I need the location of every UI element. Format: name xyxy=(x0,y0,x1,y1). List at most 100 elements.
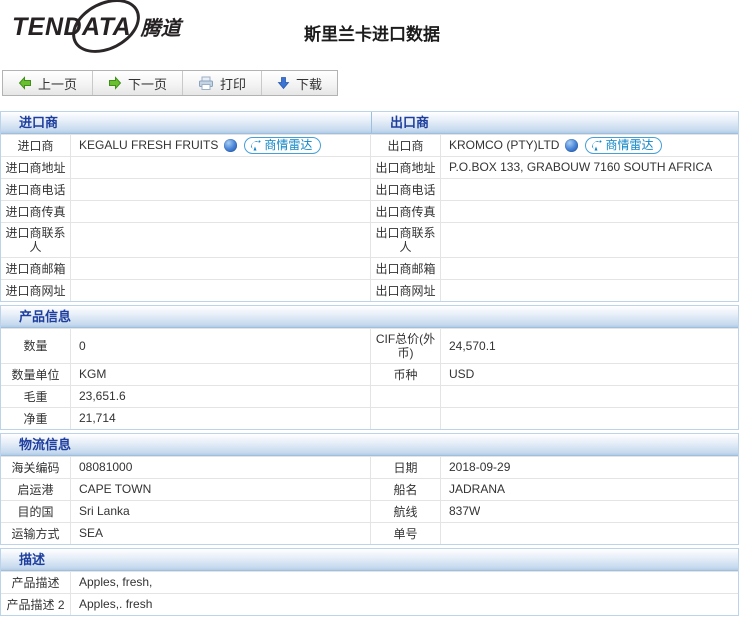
field-value-text: 21,714 xyxy=(79,411,116,425)
section-header-bar: 产品信息 xyxy=(1,306,738,328)
field-label: 出口商电话 xyxy=(371,179,441,200)
field-value-text: 0 xyxy=(79,338,86,353)
field-label: 数量单位 xyxy=(1,364,71,385)
logo-brand-cn-text: 腾道 xyxy=(140,18,181,40)
next-page-button[interactable]: 下一页 xyxy=(93,71,184,95)
field-value: CAPE TOWN xyxy=(71,479,371,500)
section-进口商: 进口商 出口商 进口商 KEGALU FRESH FRUITS 商情雷达 出口商 KROMC… xyxy=(0,111,739,302)
field-label: 毛重 xyxy=(1,386,71,407)
field-label: 币种 xyxy=(371,364,441,385)
field-label: 产品描述 2 xyxy=(1,594,71,615)
field-label: 出口商 xyxy=(371,135,441,156)
table-row: 产品描述 2 Apples,. fresh xyxy=(1,593,738,615)
field-label xyxy=(371,386,441,407)
table-row: 目的国 Sri Lanka 航线 837W xyxy=(1,500,738,522)
field-label: 产品描述 xyxy=(1,572,71,593)
tendata-logo: TENDATA 腾道 xyxy=(12,0,181,64)
field-label: 出口商邮箱 xyxy=(371,258,441,279)
table-row: 启运港 CAPE TOWN 船名 JADRANA xyxy=(1,478,738,500)
section-header-bar: 描述 xyxy=(1,549,738,571)
field-label: 目的国 xyxy=(1,501,71,522)
radar-dish-icon xyxy=(592,140,602,151)
table-row: 产品描述 Apples, fresh, xyxy=(1,571,738,593)
field-label: 出口商联系人 xyxy=(371,223,441,257)
field-value: KGM xyxy=(71,364,371,385)
field-label: 进口商网址 xyxy=(1,280,71,301)
table-row: 净重 21,714 xyxy=(1,407,738,429)
field-value: 837W xyxy=(441,501,738,522)
table-row: 进口商电话 出口商电话 xyxy=(1,178,738,200)
field-value-text: 23,651.6 xyxy=(79,389,126,403)
printer-icon xyxy=(199,76,214,90)
field-value-text: 2018-09-29 xyxy=(449,460,511,474)
table-row: 海关编码 08081000 日期 2018-09-29 xyxy=(1,456,738,478)
section-header-left: 进口商 xyxy=(1,112,372,133)
table-row: 进口商邮箱 出口商邮箱 xyxy=(1,257,738,279)
print-label: 打印 xyxy=(220,76,247,92)
field-value-text: 24,570.1 xyxy=(449,338,496,353)
field-value-text: USD xyxy=(449,367,475,381)
field-value-text: 837W xyxy=(449,504,481,518)
field-value xyxy=(71,179,371,200)
field-value xyxy=(441,386,738,407)
section-header-right: 出口商 xyxy=(390,115,430,130)
prev-page-button[interactable]: 上一页 xyxy=(3,71,94,95)
field-value-text: JADRANA xyxy=(449,482,506,496)
table-row: 进口商联系人 出口商联系人 xyxy=(1,222,738,257)
field-value: KROMCO (PTY)LTD 商情雷达 xyxy=(441,135,738,156)
detail-tables: 进口商 出口商 进口商 KEGALU FRESH FRUITS 商情雷达 出口商 KROMC… xyxy=(0,111,739,619)
toolbar: 上一页 下一页 打印 下载 xyxy=(2,70,339,96)
radar-button-label: 商情雷达 xyxy=(605,138,654,152)
field-value xyxy=(441,408,738,429)
field-value: 2018-09-29 xyxy=(441,457,738,478)
next-page-label: 下一页 xyxy=(128,76,168,92)
globe-icon[interactable] xyxy=(224,139,238,152)
table-row: 数量 0 CIF总价(外币) 24,570.1 xyxy=(1,328,738,363)
field-value: Apples,. fresh xyxy=(71,594,738,615)
field-value: 21,714 xyxy=(71,408,371,429)
field-value-text: 08081000 xyxy=(79,460,133,474)
field-value: USD xyxy=(441,364,738,385)
field-label: 进口商传真 xyxy=(1,201,71,222)
table-row: 运输方式 SEA 单号 xyxy=(1,522,738,544)
field-value xyxy=(71,258,371,279)
print-button[interactable]: 打印 xyxy=(183,71,263,95)
radar-button-label: 商情雷达 xyxy=(264,138,313,152)
section-描述: 描述 产品描述 Apples, fresh, 产品描述 2 Apples,. fresh xyxy=(0,548,739,616)
field-value-text: KEGALU FRESH FRUITS xyxy=(79,138,219,152)
table-row: 进口商地址 出口商地址 P.O.BOX 133, GRABOUW 7160 SOUT… xyxy=(1,156,738,178)
field-value: Apples, fresh, xyxy=(71,572,738,593)
field-value xyxy=(71,201,371,222)
arrow-right-icon xyxy=(109,76,122,90)
field-value xyxy=(71,157,371,178)
section-header-title: 产品信息 xyxy=(19,309,72,324)
field-label: 进口商电话 xyxy=(1,179,71,200)
field-value xyxy=(441,223,738,257)
field-value xyxy=(441,258,738,279)
field-value-text: Apples,. fresh xyxy=(79,597,153,611)
field-label: 进口商邮箱 xyxy=(1,258,71,279)
radar-button[interactable]: 商情雷达 xyxy=(585,137,663,154)
field-value: P.O.BOX 133, GRABOUW 7160 SOUTH AFRICA xyxy=(441,157,738,178)
section-产品信息: 产品信息 数量 0 CIF总价(外币) 24,570.1 数量单位 KGM 币种 USD 毛重 23… xyxy=(0,305,739,430)
table-row: 进口商 KEGALU FRESH FRUITS 商情雷达 出口商 KROMCO (PTY… xyxy=(1,134,738,156)
field-value xyxy=(71,223,371,257)
download-button[interactable]: 下载 xyxy=(262,71,337,95)
field-label: 海关编码 xyxy=(1,457,71,478)
field-value: 08081000 xyxy=(71,457,371,478)
globe-icon[interactable] xyxy=(565,139,579,152)
field-label: 航线 xyxy=(371,501,441,522)
field-label: 数量 xyxy=(1,329,71,363)
download-label: 下载 xyxy=(296,76,323,92)
field-label: 出口商地址 xyxy=(371,157,441,178)
field-value: JADRANA xyxy=(441,479,738,500)
field-value: 23,651.6 xyxy=(71,386,371,407)
field-label: 日期 xyxy=(371,457,441,478)
table-row: 进口商传真 出口商传真 xyxy=(1,200,738,222)
download-arrow-icon xyxy=(277,77,290,90)
field-value: KEGALU FRESH FRUITS 商情雷达 xyxy=(71,135,371,156)
field-value-text: P.O.BOX 133, GRABOUW 7160 SOUTH AFRICA xyxy=(449,160,713,174)
field-label: 启运港 xyxy=(1,479,71,500)
radar-button[interactable]: 商情雷达 xyxy=(244,137,322,154)
field-label: 净重 xyxy=(1,408,71,429)
